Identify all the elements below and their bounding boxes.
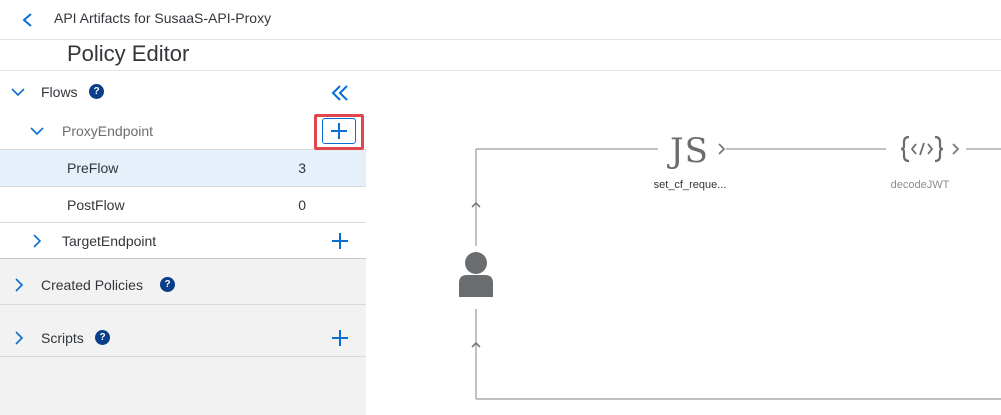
proxy-endpoint-label: ProxyEndpoint	[62, 122, 154, 139]
page-header: Policy Editor	[0, 40, 1001, 71]
help-icon[interactable]: ?	[95, 330, 110, 345]
chevron-down-icon	[29, 123, 45, 139]
target-endpoint-row[interactable]: TargetEndpoint	[0, 223, 366, 259]
collapse-sidebar-button[interactable]	[330, 83, 352, 103]
proxy-endpoint-row[interactable]: ProxyEndpoint	[0, 112, 366, 150]
flows-section-header[interactable]: Flows ?	[0, 71, 366, 112]
add-proxy-endpoint-flow-button[interactable]	[322, 118, 356, 144]
scripts-label: Scripts	[41, 329, 84, 346]
plus-icon	[332, 233, 348, 249]
chevron-down-icon	[10, 84, 26, 100]
add-target-endpoint-flow-button[interactable]	[327, 228, 353, 254]
double-chevron-left-icon	[331, 85, 348, 101]
flow-canvas[interactable]: JS set_cf_reque... decodeJWT	[366, 71, 1001, 415]
chevron-left-icon	[22, 13, 32, 27]
scripts-row[interactable]: Scripts ?	[0, 319, 366, 357]
chevron-right-icon	[11, 330, 27, 346]
created-policies-label: Created Policies	[41, 276, 143, 293]
javascript-icon: JS	[670, 131, 709, 171]
flows-label: Flows	[41, 83, 78, 100]
flow-lines	[471, 143, 1001, 400]
top-bar: API Artifacts for SusaaS-API-Proxy	[0, 0, 1001, 40]
user-icon	[459, 252, 493, 297]
target-endpoint-label: TargetEndpoint	[62, 232, 157, 249]
policy-decode-jwt[interactable]	[886, 131, 952, 169]
plus-icon	[331, 123, 347, 139]
policy-label: decodeJWT	[890, 179, 950, 191]
plus-icon	[332, 330, 348, 346]
created-policies-row[interactable]: Created Policies ?	[0, 265, 366, 305]
help-icon[interactable]: ?	[89, 84, 104, 99]
breadcrumb-title: API Artifacts for SusaaS-API-Proxy	[54, 10, 272, 26]
preflow-label: PreFlow	[67, 160, 119, 176]
postflow-label: PostFlow	[67, 196, 125, 213]
chevron-right-icon	[29, 233, 45, 249]
postflow-count: 0	[298, 196, 306, 213]
postflow-row[interactable]: PostFlow 0	[0, 187, 366, 223]
chevron-right-icon	[11, 277, 27, 293]
preflow-count: 3	[298, 160, 306, 176]
code-brackets-icon	[900, 135, 944, 163]
policy-label: set_cf_reque...	[653, 179, 727, 191]
flows-sidebar: Flows ? ProxyEndpoint PreFlow 3 PostFlow…	[0, 71, 366, 415]
page-title: Policy Editor	[67, 41, 190, 66]
preflow-row[interactable]: PreFlow 3	[0, 150, 366, 187]
policy-set-cf-request[interactable]: JS	[658, 129, 718, 171]
add-script-button[interactable]	[327, 325, 353, 351]
back-button[interactable]	[14, 8, 42, 32]
help-icon[interactable]: ?	[160, 277, 175, 292]
